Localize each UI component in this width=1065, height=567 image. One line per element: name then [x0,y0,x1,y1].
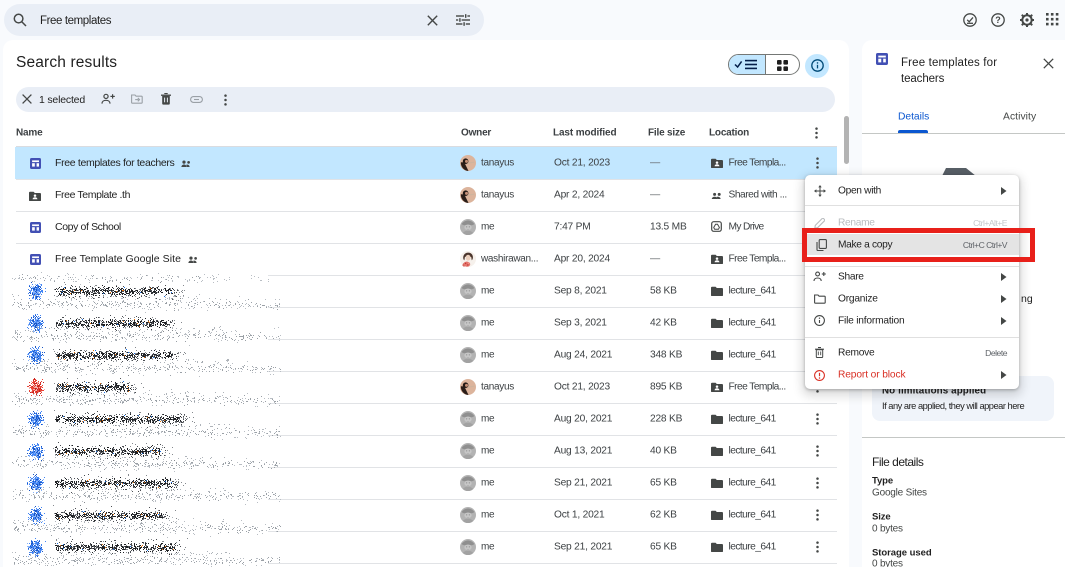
svg-text:?: ? [995,15,1001,25]
